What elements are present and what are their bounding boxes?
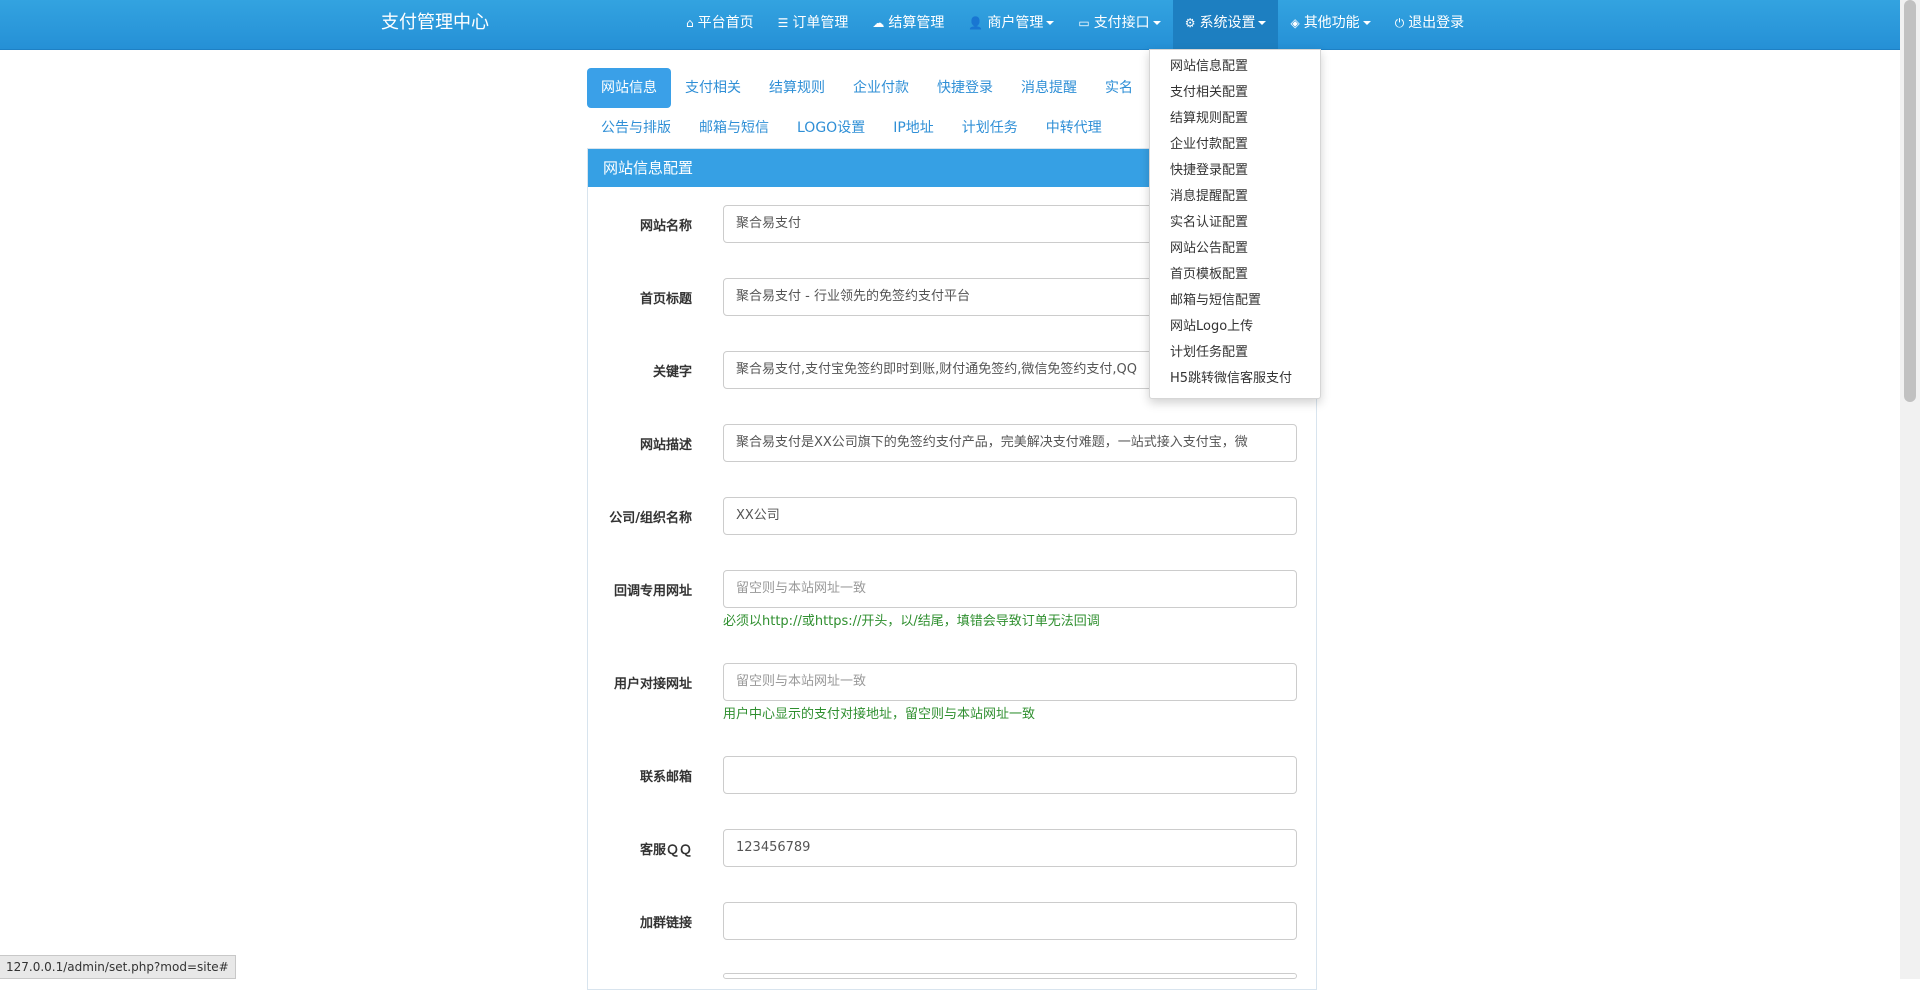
tab-row1-6[interactable]: 实名 [1091,68,1147,108]
nav-item-label: 商户管理 [987,15,1044,31]
nav-item-label: 支付接口 [1093,15,1150,31]
nav-item-label: 退出登录 [1408,15,1465,31]
tab-row2-2[interactable]: LOGO设置 [783,108,879,148]
dropdown-item-2[interactable]: 结算规则配置 [1150,106,1320,132]
email-input[interactable] [723,756,1297,794]
system-settings-dropdown: 网站信息配置 支付相关配置 结算规则配置 企业付款配置 快捷登录配置 消息提醒配置 实名认证… [1149,49,1321,399]
dropdown-item-7[interactable]: 网站公告配置 [1150,236,1320,262]
nav-item-label: 订单管理 [792,15,849,31]
dropdown-item-0[interactable]: 网站信息配置 [1150,54,1320,80]
user-url-label: 用户对接网址 [613,677,692,692]
page-scrollbar[interactable] [1900,0,1920,979]
nav-item-2[interactable]: ☁ 结算管理 [860,0,956,49]
nav-item-label: 结算管理 [888,15,945,31]
scrollbar-thumb[interactable] [1904,0,1916,402]
tab-row1-0[interactable]: 网站信息 [587,68,671,108]
tab-row-1: 网站信息 支付相关 结算规则 企业付款 快捷登录 消息提醒 实名 [587,68,1157,108]
group-link-label: 加群链接 [639,916,692,931]
user-url-input[interactable]: 留空则与本站网址一致 [723,663,1297,701]
tab-row2-1[interactable]: 邮箱与短信 [685,108,783,148]
nav-item-label: 其他功能 [1303,15,1360,31]
company-label: 公司/组织名称 [609,511,692,526]
qq-label: 客服ＱＱ [639,843,692,858]
nav-item-6[interactable]: ◈ 其他功能 [1278,0,1382,49]
tab-row2-0[interactable]: 公告与排版 [587,108,685,148]
brand-title[interactable]: 支付管理中心 [381,0,489,49]
tab-row1-2[interactable]: 结算规则 [755,68,839,108]
nav-item-0[interactable]: ⌂ 平台首页 [674,0,766,49]
credit-card-icon: ▭ [1078,16,1090,30]
home-icon: ⌂ [686,16,694,30]
dropdown-item-9[interactable]: 邮箱与短信配置 [1150,288,1320,314]
nav-item-label: 平台首页 [697,15,754,31]
cube-icon: ◈ [1290,16,1300,30]
dropdown-item-12[interactable]: H5跳转微信客服支付 [1150,366,1320,392]
nav-item-1[interactable]: ☰ 订单管理 [766,0,861,49]
callback-url-label: 回调专用网址 [613,584,692,599]
callback-url-input[interactable]: 留空则与本站网址一致 [723,570,1297,608]
user-url-help: 用户中心显示的支付对接地址，留空则与本站网址一致 [723,707,1036,722]
list-icon: ☰ [777,16,789,30]
dropdown-item-5[interactable]: 消息提醒配置 [1150,184,1320,210]
nav-item-7[interactable]: ⏻ 退出登录 [1383,0,1477,49]
caret-down-icon [1046,21,1055,25]
callback-url-help: 必须以http://或https://开头，以/结尾，填错会导致订单无法回调 [723,614,1100,629]
caret-down-icon [1362,21,1371,25]
dropdown-item-10[interactable]: 网站Logo上传 [1150,314,1320,340]
keywords-label: 关键字 [652,365,692,380]
tab-row1-3[interactable]: 企业付款 [839,68,923,108]
qq-input[interactable]: 123456789 [723,829,1297,867]
user-icon: 👤 [968,16,984,30]
description-input[interactable]: 聚合易支付是XX公司旗下的免签约支付产品，完美解决支付难题，一站式接入支付宝，微 [723,424,1297,462]
main-nav: ⌂ 平台首页 ☰ 订单管理 ☁ 结算管理 👤 商户管理 ▭ 支付接口 ⚙ 系统设置 ◈ 其他功能 ⏻ 退出登录 [674,0,1476,49]
power-icon: ⏻ [1394,16,1405,30]
caret-down-icon [1258,21,1267,25]
gear-icon: ⚙ [1184,16,1196,30]
nav-item-4[interactable]: ▭ 支付接口 [1066,0,1172,49]
tab-row1-1[interactable]: 支付相关 [671,68,755,108]
company-input[interactable]: XX公司 [723,497,1297,535]
dropdown-item-3[interactable]: 企业付款配置 [1150,132,1320,158]
home-title-label: 首页标题 [639,292,692,307]
nav-item-3[interactable]: 👤 商户管理 [956,0,1066,49]
nav-item-label: 系统设置 [1199,15,1256,31]
tab-row2-5[interactable]: 中转代理 [1032,108,1116,148]
tab-row2-4[interactable]: 计划任务 [948,108,1032,148]
cloud-icon: ☁ [872,16,885,30]
dropdown-item-11[interactable]: 计划任务配置 [1150,340,1320,366]
dropdown-item-8[interactable]: 首页模板配置 [1150,262,1320,288]
group-link-input[interactable] [723,902,1297,940]
tab-row-2: 公告与排版 邮箱与短信 LOGO设置 IP地址 计划任务 中转代理 [587,108,1157,148]
tab-row1-4[interactable]: 快捷登录 [923,68,1007,108]
email-label: 联系邮箱 [639,770,692,785]
tab-row2-3[interactable]: IP地址 [879,108,948,148]
settings-tabs: 网站信息 支付相关 结算规则 企业付款 快捷登录 消息提醒 实名 公告与排版 邮箱与短信 LOG… [587,68,1157,148]
tab-row1-5[interactable]: 消息提醒 [1007,68,1091,108]
top-navbar: 支付管理中心 ⌂ 平台首页 ☰ 订单管理 ☁ 结算管理 👤 商户管理 ▭ 支付接口 ⚙ 系统设置 ◈ 其他… [0,0,1900,50]
browser-status-url: 127.0.0.1/admin/set.php?mod=site# [0,955,236,979]
site-name-label: 网站名称 [639,219,692,234]
caret-down-icon [1152,21,1161,25]
dropdown-item-1[interactable]: 支付相关配置 [1150,80,1320,106]
dropdown-item-6[interactable]: 实名认证配置 [1150,210,1320,236]
next-input[interactable] [723,973,1297,979]
description-label: 网站描述 [639,438,692,453]
nav-item-5[interactable]: ⚙ 系统设置 [1172,0,1279,49]
dropdown-item-4[interactable]: 快捷登录配置 [1150,158,1320,184]
